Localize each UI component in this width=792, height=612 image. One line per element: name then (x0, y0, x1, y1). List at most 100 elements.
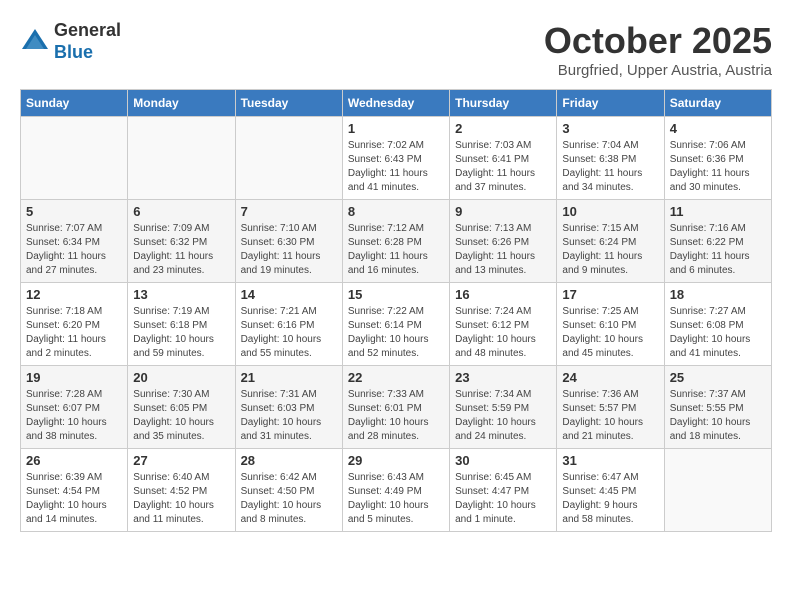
calendar-cell: 10Sunrise: 7:15 AM Sunset: 6:24 PM Dayli… (557, 200, 664, 283)
calendar-cell: 16 Sunrise: 7:24 AM Sunset: 6:12 PM Dayli… (450, 283, 557, 366)
calendar-cell: 8Sunrise: 7:12 AM Sunset: 6:28 PM Daylig… (342, 200, 449, 283)
day-number: 30 (455, 453, 551, 468)
title-block: October 2025 Burgfried, Upper Austria, A… (544, 20, 772, 79)
day-info: Sunrise: 7:33 AM Sunset: 6:01 PM Dayligh… (348, 388, 444, 444)
day-number: 5 (26, 204, 122, 219)
day-info: Sunrise: 7:24 AM Sunset: 6:12 PM Dayligh… (455, 305, 551, 361)
calendar-week-2: 5 Sunrise: 7:07 AM Sunset: 6:34 PM Daylig… (21, 200, 772, 283)
day-number: 29 (348, 453, 444, 468)
calendar-cell: 9Sunrise: 7:13 AM Sunset: 6:26 PM Daylig… (450, 200, 557, 283)
day-info: Sunrise: 7:36 AM Sunset: 5:57 PM Dayligh… (562, 388, 658, 444)
day-number: 22 (348, 370, 444, 385)
day-info: Sunrise: 7:21 AM Sunset: 6:16 PM Dayligh… (241, 305, 337, 361)
logo: General Blue (20, 20, 121, 63)
calendar-cell: 30Sunrise: 6:45 AM Sunset: 4:47 PM Dayli… (450, 449, 557, 532)
day-info: Sunrise: 7:12 AM Sunset: 6:28 PM Dayligh… (348, 222, 444, 278)
day-info: Sunrise: 7:28 AM Sunset: 6:07 PM Dayligh… (26, 388, 122, 444)
calendar-week-5: 26Sunrise: 6:39 AM Sunset: 4:54 PM Dayli… (21, 449, 772, 532)
day-number: 3 (562, 121, 658, 136)
calendar-cell: 29 Sunrise: 6:43 AM Sunset: 4:49 PM Dayli… (342, 449, 449, 532)
day-info: Sunrise: 7:34 AM Sunset: 5:59 PM Dayligh… (455, 388, 551, 444)
calendar-cell: 13Sunrise: 7:19 AM Sunset: 6:18 PM Dayli… (128, 283, 235, 366)
day-number: 19 (26, 370, 122, 385)
calendar-cell: 4 Sunrise: 7:06 AM Sunset: 6:36 PM Daylig… (664, 117, 771, 200)
calendar-cell: 28 Sunrise: 6:42 AM Sunset: 4:50 PM Dayli… (235, 449, 342, 532)
calendar-cell: 7 Sunrise: 7:10 AM Sunset: 6:30 PM Daylig… (235, 200, 342, 283)
calendar-cell: 19 Sunrise: 7:28 AM Sunset: 6:07 PM Dayli… (21, 366, 128, 449)
day-info: Sunrise: 7:02 AM Sunset: 6:43 PM Dayligh… (348, 139, 444, 195)
day-info: Sunrise: 6:40 AM Sunset: 4:52 PM Dayligh… (133, 471, 229, 527)
calendar-cell: 18Sunrise: 7:27 AM Sunset: 6:08 PM Dayli… (664, 283, 771, 366)
day-info: Sunrise: 7:22 AM Sunset: 6:14 PM Dayligh… (348, 305, 444, 361)
calendar-cell: 3 Sunrise: 7:04 AM Sunset: 6:38 PM Daylig… (557, 117, 664, 200)
day-number: 11 (670, 204, 766, 219)
day-number: 7 (241, 204, 337, 219)
day-number: 21 (241, 370, 337, 385)
calendar-cell: 26Sunrise: 6:39 AM Sunset: 4:54 PM Dayli… (21, 449, 128, 532)
weekday-header-sunday: Sunday (21, 90, 128, 117)
day-info: Sunrise: 7:30 AM Sunset: 6:05 PM Dayligh… (133, 388, 229, 444)
calendar-cell: 2 Sunrise: 7:03 AM Sunset: 6:41 PM Daylig… (450, 117, 557, 200)
day-number: 16 (455, 287, 551, 302)
weekday-header-row: SundayMondayTuesdayWednesdayThursdayFrid… (21, 90, 772, 117)
calendar-cell: 17 Sunrise: 7:25 AM Sunset: 6:10 PM Dayli… (557, 283, 664, 366)
day-number: 23 (455, 370, 551, 385)
day-info: Sunrise: 6:42 AM Sunset: 4:50 PM Dayligh… (241, 471, 337, 527)
day-number: 12 (26, 287, 122, 302)
day-number: 15 (348, 287, 444, 302)
calendar-cell: 12Sunrise: 7:18 AM Sunset: 6:20 PM Dayli… (21, 283, 128, 366)
calendar-cell: 5 Sunrise: 7:07 AM Sunset: 6:34 PM Daylig… (21, 200, 128, 283)
calendar-cell (664, 449, 771, 532)
day-number: 17 (562, 287, 658, 302)
weekday-header-tuesday: Tuesday (235, 90, 342, 117)
calendar-cell (21, 117, 128, 200)
day-number: 4 (670, 121, 766, 136)
day-info: Sunrise: 7:37 AM Sunset: 5:55 PM Dayligh… (670, 388, 766, 444)
day-number: 14 (241, 287, 337, 302)
day-info: Sunrise: 7:06 AM Sunset: 6:36 PM Dayligh… (670, 139, 766, 195)
day-info: Sunrise: 7:04 AM Sunset: 6:38 PM Dayligh… (562, 139, 658, 195)
day-number: 13 (133, 287, 229, 302)
calendar-cell: 21 Sunrise: 7:31 AM Sunset: 6:03 PM Dayli… (235, 366, 342, 449)
day-info: Sunrise: 7:10 AM Sunset: 6:30 PM Dayligh… (241, 222, 337, 278)
day-info: Sunrise: 7:27 AM Sunset: 6:08 PM Dayligh… (670, 305, 766, 361)
day-info: Sunrise: 7:15 AM Sunset: 6:24 PM Dayligh… (562, 222, 658, 278)
day-number: 9 (455, 204, 551, 219)
calendar-cell: 6Sunrise: 7:09 AM Sunset: 6:32 PM Daylig… (128, 200, 235, 283)
calendar-cell: 15 Sunrise: 7:22 AM Sunset: 6:14 PM Dayli… (342, 283, 449, 366)
day-info: Sunrise: 6:43 AM Sunset: 4:49 PM Dayligh… (348, 471, 444, 527)
month-title: October 2025 (544, 20, 772, 62)
day-number: 25 (670, 370, 766, 385)
calendar-cell: 25 Sunrise: 7:37 AM Sunset: 5:55 PM Dayli… (664, 366, 771, 449)
day-number: 1 (348, 121, 444, 136)
calendar-table: SundayMondayTuesdayWednesdayThursdayFrid… (20, 89, 772, 532)
day-number: 20 (133, 370, 229, 385)
calendar-cell: 14 Sunrise: 7:21 AM Sunset: 6:16 PM Dayli… (235, 283, 342, 366)
day-number: 31 (562, 453, 658, 468)
day-number: 28 (241, 453, 337, 468)
day-info: Sunrise: 7:03 AM Sunset: 6:41 PM Dayligh… (455, 139, 551, 195)
calendar-week-4: 19 Sunrise: 7:28 AM Sunset: 6:07 PM Dayli… (21, 366, 772, 449)
logo-icon (20, 27, 50, 57)
day-info: Sunrise: 7:31 AM Sunset: 6:03 PM Dayligh… (241, 388, 337, 444)
day-info: Sunrise: 7:07 AM Sunset: 6:34 PM Dayligh… (26, 222, 122, 278)
calendar-week-1: 1 Sunrise: 7:02 AM Sunset: 6:43 PM Daylig… (21, 117, 772, 200)
day-info: Sunrise: 7:16 AM Sunset: 6:22 PM Dayligh… (670, 222, 766, 278)
calendar-cell (235, 117, 342, 200)
day-info: Sunrise: 6:47 AM Sunset: 4:45 PM Dayligh… (562, 471, 658, 527)
calendar-cell: 24Sunrise: 7:36 AM Sunset: 5:57 PM Dayli… (557, 366, 664, 449)
weekday-header-friday: Friday (557, 90, 664, 117)
day-info: Sunrise: 7:25 AM Sunset: 6:10 PM Dayligh… (562, 305, 658, 361)
weekday-header-wednesday: Wednesday (342, 90, 449, 117)
day-info: Sunrise: 6:39 AM Sunset: 4:54 PM Dayligh… (26, 471, 122, 527)
logo-general-text: General (54, 20, 121, 40)
logo-blue-text: Blue (54, 42, 93, 62)
weekday-header-monday: Monday (128, 90, 235, 117)
day-number: 27 (133, 453, 229, 468)
day-number: 6 (133, 204, 229, 219)
calendar-week-3: 12Sunrise: 7:18 AM Sunset: 6:20 PM Dayli… (21, 283, 772, 366)
calendar-cell: 1 Sunrise: 7:02 AM Sunset: 6:43 PM Daylig… (342, 117, 449, 200)
weekday-header-saturday: Saturday (664, 90, 771, 117)
calendar-cell: 20 Sunrise: 7:30 AM Sunset: 6:05 PM Dayli… (128, 366, 235, 449)
day-number: 2 (455, 121, 551, 136)
